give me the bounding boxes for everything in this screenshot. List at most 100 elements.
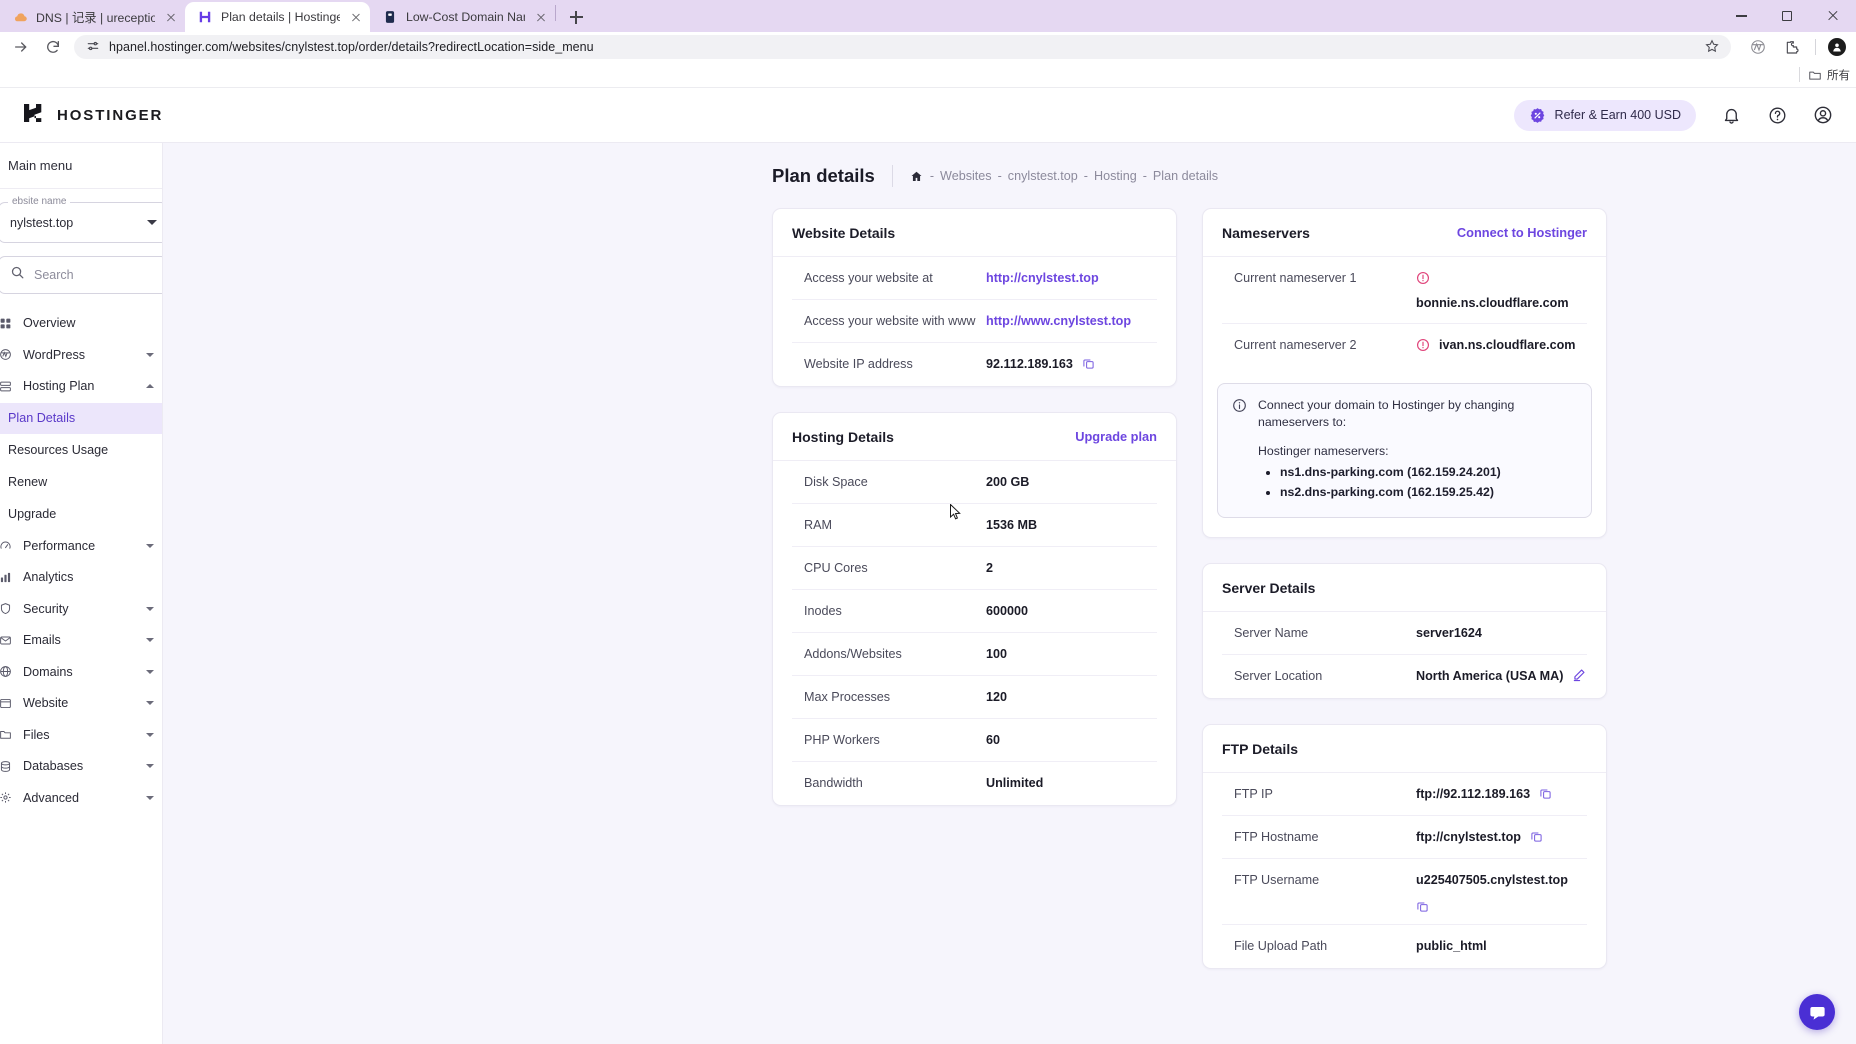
edit-pencil-icon[interactable]	[1572, 668, 1586, 682]
close-window-button[interactable]	[1810, 0, 1856, 32]
hostinger-logo[interactable]: HOSTINGER	[22, 101, 163, 130]
chevron-down-icon[interactable]	[146, 669, 154, 674]
new-tab-button[interactable]	[562, 3, 590, 31]
browser-tab-title: Plan details | Hostinger	[221, 10, 340, 24]
sidebar-item-databases[interactable]: Databases	[0, 751, 162, 782]
nameserver-notice: Connect your domain to Hostinger by chan…	[1217, 383, 1592, 518]
table-row: Disk Space 200 GB	[792, 461, 1157, 504]
table-row: Bandwidth Unlimited	[792, 762, 1157, 805]
sidebar-item-domains[interactable]: Domains	[0, 657, 162, 688]
website-selector[interactable]: ebsite name nylstest.top	[0, 196, 162, 243]
bookmark-star-icon[interactable]	[1705, 39, 1719, 56]
bell-icon[interactable]	[1720, 104, 1742, 126]
chart-icon	[0, 570, 13, 585]
sidebar-item-security[interactable]: Security	[0, 594, 162, 625]
home-icon[interactable]	[910, 169, 924, 183]
sidebar-item-plan-details[interactable]: Plan Details	[0, 402, 162, 434]
chevron-down-icon[interactable]	[146, 764, 154, 769]
refer-and-earn-button[interactable]: Refer & Earn 400 USD	[1513, 99, 1696, 131]
sidebar-item-emails[interactable]: Emails	[0, 625, 162, 656]
sidebar-item-resources-usage[interactable]: Resources Usage	[0, 435, 162, 466]
sidebar-item-advanced[interactable]: Advanced	[0, 783, 162, 814]
copy-icon[interactable]	[1530, 830, 1543, 843]
upgrade-plan-button[interactable]: Upgrade plan	[1075, 429, 1157, 444]
sidebar-item-label: Analytics	[23, 570, 74, 585]
server-details-card: Server Details Server Name server1624 Se…	[1202, 563, 1607, 699]
reload-icon[interactable]	[42, 36, 64, 58]
chevron-down-icon[interactable]	[146, 732, 154, 737]
shield-icon	[0, 601, 13, 616]
copy-icon[interactable]	[1082, 357, 1095, 370]
tab-close-icon[interactable]	[533, 9, 549, 25]
account-icon[interactable]	[1812, 104, 1834, 126]
copy-icon[interactable]	[1416, 900, 1429, 913]
website-selector-label: ebsite name	[8, 196, 71, 207]
search-placeholder: Search	[34, 268, 74, 282]
warning-icon	[1416, 271, 1430, 285]
connect-to-hostinger-button[interactable]: Connect to Hostinger	[1457, 225, 1587, 240]
globe-icon	[0, 664, 13, 679]
hostinger-icon	[197, 9, 213, 25]
chrome-profile-avatar[interactable]	[1828, 38, 1846, 56]
sidebar-item-renew[interactable]: Renew	[0, 467, 162, 498]
chevron-down-icon[interactable]	[146, 638, 154, 643]
chevron-down-icon[interactable]	[146, 606, 154, 611]
sidebar-item-wordpress[interactable]: WordPress	[0, 340, 162, 371]
minimize-button[interactable]	[1718, 0, 1764, 32]
sidebar-item-files[interactable]: Files	[0, 720, 162, 751]
row-value[interactable]: http://www.cnylstest.top	[986, 312, 1157, 330]
wordpress-extension-icon[interactable]	[1747, 36, 1769, 58]
notice-headline: Connect your domain to Hostinger by chan…	[1258, 398, 1515, 429]
chevron-up-icon[interactable]	[146, 384, 154, 389]
hostinger-mark-icon	[22, 101, 46, 130]
sidebar-item-label: Emails	[23, 633, 61, 648]
list-item: ns1.dns-parking.com (162.159.24.201)	[1280, 462, 1577, 482]
help-icon[interactable]	[1766, 104, 1788, 126]
chevron-down-icon[interactable]	[146, 543, 154, 548]
sidebar-main-menu[interactable]: Main menu	[0, 143, 162, 189]
support-chat-button[interactable]	[1799, 994, 1835, 1030]
sidebar-item-performance[interactable]: Performance	[0, 531, 162, 562]
row-label: Inodes	[804, 604, 842, 618]
bookmark-folder[interactable]: 所有	[1808, 67, 1852, 83]
browser-tab-2[interactable]: Low-Cost Domain Names &	[370, 2, 555, 32]
forward-arrow-icon[interactable]	[10, 36, 32, 58]
tab-close-icon[interactable]	[348, 9, 364, 25]
chevron-down-icon[interactable]	[146, 701, 154, 706]
row-label: Disk Space	[804, 475, 868, 489]
sidebar-search[interactable]: Search	[0, 256, 162, 294]
extensions-puzzle-icon[interactable]	[1781, 36, 1803, 58]
chevron-down-icon[interactable]	[146, 352, 154, 357]
table-row: Current nameserver 2 ivan.ns.cloudflare.…	[1222, 324, 1587, 367]
browser-tab-0[interactable]: DNS | 记录 | ureceptiondesk.c	[0, 2, 185, 32]
maximize-button[interactable]	[1764, 0, 1810, 32]
sidebar-subitem-label: Renew	[8, 475, 48, 489]
sidebar-item-website[interactable]: Website	[0, 688, 162, 719]
address-bar[interactable]: hpanel.hostinger.com/websites/cnylstest.…	[74, 35, 1731, 59]
card-header: FTP Details	[1203, 725, 1606, 773]
breadcrumb-item-hosting[interactable]: Hosting	[1094, 169, 1137, 183]
breadcrumb: - Websites - cnylstest.top - Hosting - P…	[910, 169, 1218, 183]
card-title: Server Details	[1222, 579, 1316, 596]
breadcrumb-item-websites[interactable]: Websites	[940, 169, 992, 183]
site-settings-icon[interactable]	[86, 39, 100, 56]
mouse-cursor	[950, 504, 961, 520]
tab-close-icon[interactable]	[163, 9, 179, 25]
breadcrumb-item-domain[interactable]: cnylstest.top	[1008, 169, 1078, 183]
browser-tab-1[interactable]: Plan details | Hostinger	[185, 2, 370, 32]
row-value[interactable]: http://cnylstest.top	[986, 269, 1157, 287]
row-value: 60	[986, 733, 1001, 747]
copy-icon[interactable]	[1539, 787, 1552, 800]
table-row: FTP Hostname ftp://cnylstest.top	[1222, 816, 1587, 859]
chevron-down-icon[interactable]	[146, 795, 154, 800]
table-row: Current nameserver 1 bonnie.ns.cloudflar…	[1222, 257, 1587, 324]
nameservers-rows: Current nameserver 1 bonnie.ns.cloudflar…	[1203, 257, 1606, 367]
sidebar-item-upgrade[interactable]: Upgrade	[0, 499, 162, 530]
chevron-down-icon[interactable]	[147, 220, 157, 225]
sidebar-item-hosting-plan[interactable]: Hosting Plan	[0, 371, 162, 402]
sidebar-main-menu-label: Main menu	[8, 158, 73, 173]
speedometer-icon	[0, 538, 13, 553]
sidebar-item-overview[interactable]: Overview	[0, 308, 162, 339]
bookmark-folder-label: 所有	[1827, 69, 1850, 82]
sidebar-item-analytics[interactable]: Analytics	[0, 562, 162, 593]
